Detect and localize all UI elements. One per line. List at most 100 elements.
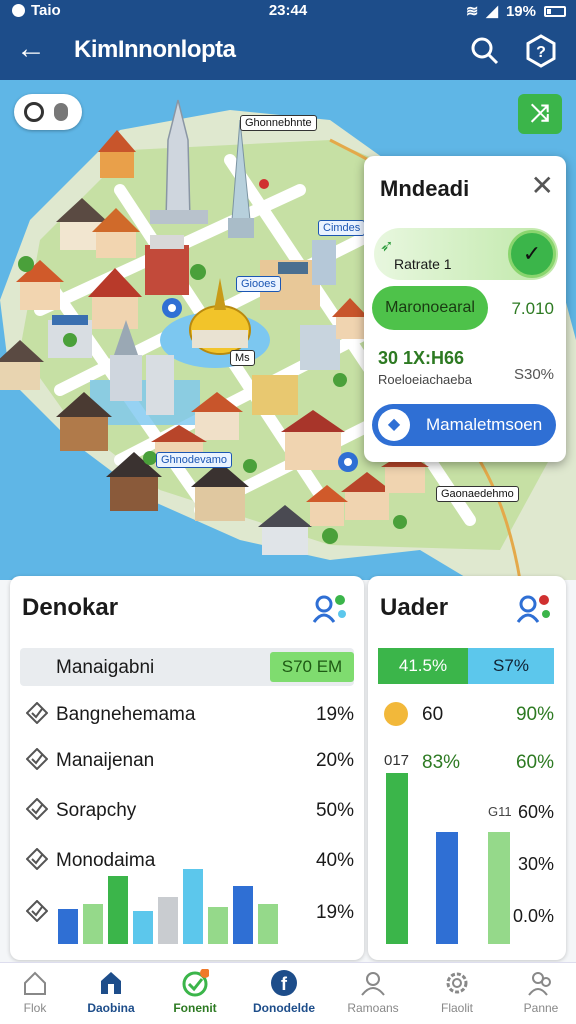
summary-value: S70 EM	[270, 652, 354, 682]
left-chart-bar	[83, 904, 103, 944]
map-view-toggle[interactable]	[14, 94, 82, 130]
popup-title: Mndeadi	[380, 176, 470, 201]
left-chart-bar	[233, 886, 253, 944]
row-value: 40%	[315, 850, 354, 871]
category-pill[interactable]: Maronoearal	[372, 286, 488, 330]
checkbox-icon[interactable]	[26, 748, 48, 770]
battery-percent: 19%	[505, 2, 536, 20]
row-value: 60	[422, 704, 444, 725]
row-value: 19%	[315, 704, 354, 725]
action-label: Mamaletmsoen	[426, 415, 543, 434]
gear-icon	[446, 972, 468, 994]
search-icon[interactable]	[468, 34, 502, 68]
battery-icon	[544, 5, 566, 17]
nav-item-ramoans[interactable]: Ramoans	[332, 963, 414, 1024]
left-chart-bar	[158, 897, 178, 944]
left-stats-panel: Denokar Manaigabni S70 EM Bangnehemama 1…	[10, 576, 364, 960]
store-icon	[101, 972, 121, 994]
people-network-icon[interactable]	[514, 590, 554, 624]
stat-subtitle: Roeloeiachaeba	[378, 372, 472, 387]
map-label[interactable]: Giooes	[236, 276, 281, 292]
popup-action-button[interactable]: ◆ Mamaletmsoen	[372, 404, 556, 446]
stat-percent: S30%	[513, 366, 554, 383]
checkbox-icon[interactable]	[26, 798, 48, 820]
map-label[interactable]: Gaonaedehmo	[436, 486, 519, 502]
people-icon	[528, 972, 551, 996]
nav-label: Flok	[23, 1001, 47, 1015]
right-chart-bar	[386, 773, 408, 944]
checkbox-icon[interactable]	[26, 702, 48, 724]
row-percent: 90%	[515, 704, 554, 725]
directions-button[interactable]: ⤨	[518, 94, 562, 134]
row-value: 20%	[315, 750, 354, 771]
nav-item-daobina[interactable]: Daobina	[70, 963, 152, 1024]
route-icon: ⤨	[530, 100, 550, 127]
svg-text:f: f	[281, 974, 288, 994]
right-stats-panel: Uader 41.5% S7% 60 90% 017 83% 60% G11 6…	[368, 576, 566, 960]
panel-title: Uader	[380, 594, 449, 621]
map-pin[interactable]	[162, 298, 182, 318]
row-label: Manaijenan	[56, 750, 155, 771]
right-chart-bar	[488, 832, 510, 944]
toggle-circle-icon	[24, 102, 44, 122]
map-label[interactable]: Cimdes	[318, 220, 366, 236]
summary-label: Manaigabni	[56, 657, 155, 678]
split-right-value: S7%	[468, 648, 554, 684]
left-chart-bar	[133, 911, 153, 944]
emoji-icon	[384, 702, 408, 726]
back-arrow-icon[interactable]: ←	[14, 34, 48, 68]
map-label[interactable]: Ghonnebhnte	[240, 115, 317, 131]
checkbox-icon[interactable]	[26, 848, 48, 870]
nav-item-fonenit[interactable]: Fonenit	[154, 963, 236, 1024]
signal-icon: ◢	[486, 3, 498, 20]
nav-item-flaolit[interactable]: Flaolit	[416, 963, 498, 1024]
app-bar: ← KimInnonlopta ?	[0, 22, 576, 80]
row-label: Sorapchy	[56, 800, 137, 821]
close-icon[interactable]: ✕	[531, 172, 554, 200]
facebook-icon: f	[271, 970, 297, 996]
progress-bar[interactable]: ➶ Ratrate 1 ✓	[374, 228, 558, 280]
left-chart-bar	[108, 876, 128, 944]
checkbox-icon[interactable]	[26, 900, 48, 922]
list-item[interactable]: Bangnehemama 19%	[20, 700, 354, 730]
nav-label: Daobina	[87, 1001, 135, 1015]
split-summary-bar[interactable]: 41.5% S7%	[378, 648, 554, 686]
left-chart-bar	[183, 869, 203, 944]
bottom-navigation: Flok Daobina Fonenit f Donodelde Ramoans…	[0, 962, 576, 1024]
list-item[interactable]: Sorapchy 50%	[20, 796, 354, 826]
list-item[interactable]: 60 90%	[378, 702, 554, 730]
row-left-value: 017	[384, 752, 410, 769]
row-label: Bangnehemama	[56, 704, 196, 725]
map-pin[interactable]	[338, 452, 358, 472]
nav-label: Donodelde	[253, 1001, 315, 1015]
scale-label: 0.0%	[512, 906, 554, 926]
row-mid-value: 83%	[422, 752, 461, 773]
list-item[interactable]: Manaijenan 20%	[20, 746, 354, 776]
bar-label: G11	[488, 804, 512, 819]
panel-title: Denokar	[22, 594, 119, 621]
pill-value: 7.010	[511, 299, 554, 318]
person-icon	[361, 972, 385, 996]
nav-label: Panne	[523, 1001, 559, 1015]
wifi-icon: ≋	[465, 3, 479, 20]
nav-item-donodelde[interactable]: f Donodelde	[243, 963, 325, 1024]
nav-label: Fonenit	[173, 1001, 217, 1015]
stat-value: 30 1X:H66	[378, 348, 465, 368]
map-label[interactable]: Ghnodevamo	[156, 452, 233, 468]
check-icon[interactable]: ✓	[508, 230, 556, 278]
location-popup-card: Mndeadi ✕ ➶ Ratrate 1 ✓ Maronoearal 7.01…	[364, 156, 566, 462]
map-marker[interactable]	[259, 179, 269, 189]
page-title: KimInnonlopta	[74, 36, 236, 63]
left-chart-bar	[258, 904, 278, 944]
progress-label: Ratrate 1	[394, 256, 452, 272]
summary-row[interactable]: Manaigabni S70 EM	[20, 648, 354, 686]
nav-item-panne[interactable]: Panne	[500, 963, 576, 1024]
scale-label: 30%	[517, 854, 554, 874]
help-icon[interactable]: ?	[524, 34, 558, 68]
nav-item-flok[interactable]: Flok	[0, 963, 76, 1024]
map-label[interactable]: Ms	[230, 350, 255, 366]
toggle-knob-icon	[54, 103, 68, 121]
status-bar: Taio 23:44 ≋ ◢ 19%	[0, 0, 576, 22]
right-chart-bar	[436, 832, 458, 944]
people-network-icon[interactable]	[310, 590, 350, 624]
